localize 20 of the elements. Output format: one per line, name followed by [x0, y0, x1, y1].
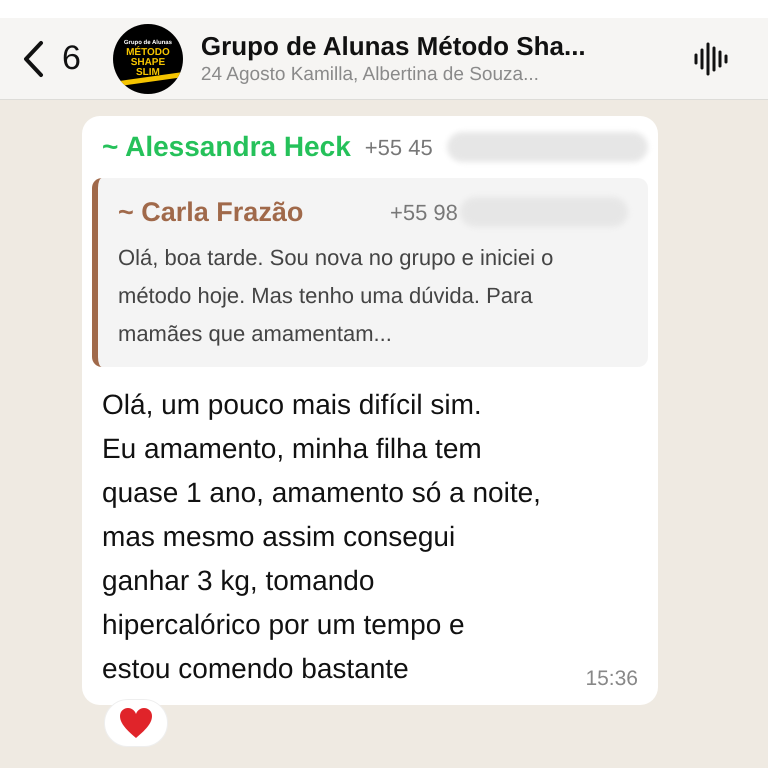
- quoted-sender-phone: +55 98: [390, 198, 458, 227]
- quoted-message[interactable]: ~ Carla Frazão +55 98 Olá, boa tarde. Sou nova no grupo e iniciei o método hoje. Mas tenho uma dúvida. Para mamães que amamentam...: [92, 178, 648, 366]
- message-text-line: mas mesmo assim consegui: [102, 520, 456, 554]
- reaction-badge[interactable]: [104, 698, 168, 746]
- quoted-sender-name: ~ Carla Frazão: [118, 196, 304, 229]
- heart-icon: [119, 706, 153, 738]
- group-members: 24 Agosto Kamilla, Albertina de Souza...: [200, 62, 540, 86]
- message-text-line: Olá, um pouco mais difícil sim.: [102, 388, 482, 422]
- sender-phone: +55 45: [364, 134, 433, 162]
- message-text-line: ganhar 3 kg, tomando: [102, 564, 374, 598]
- audio-call-icon[interactable]: [694, 42, 730, 76]
- message-text-line: estou comendo bastante: [102, 652, 409, 686]
- message-text-line: quase 1 ano, amamento só a noite,: [102, 476, 541, 510]
- back-button[interactable]: 6: [22, 33, 81, 84]
- back-icon: [22, 40, 44, 78]
- group-title[interactable]: Grupo de Alunas Método Sha...: [200, 30, 694, 62]
- quoted-text: Olá, boa tarde. Sou nova no grupo e iniciei o método hoje. Mas tenho uma dúvida. Para mamães que amamentam...: [118, 244, 554, 348]
- message-text-line: Eu amamento, minha filha tem: [102, 432, 482, 466]
- message-text-line: hipercalórico por um tempo e: [102, 608, 465, 642]
- message-time: 15:36: [585, 666, 638, 692]
